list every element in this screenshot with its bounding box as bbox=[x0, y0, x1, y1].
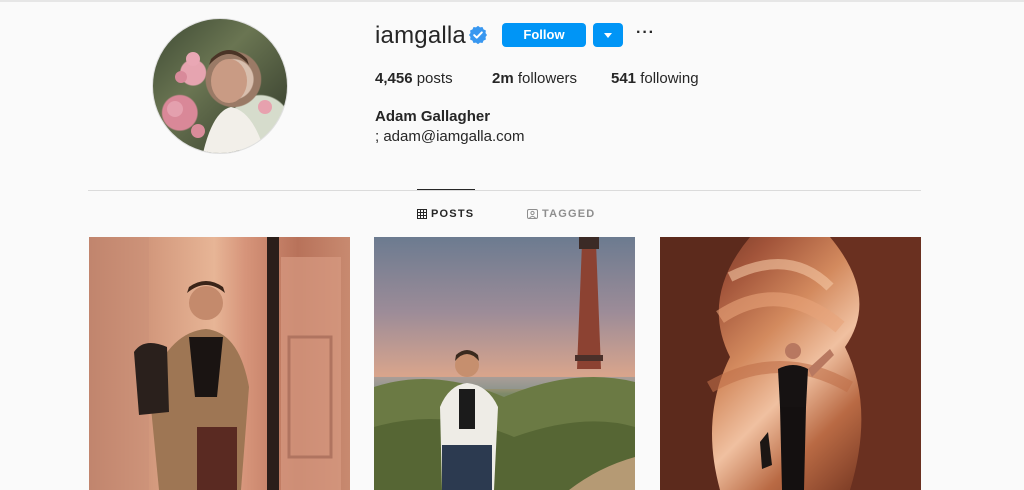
suggested-accounts-dropdown-button[interactable] bbox=[593, 23, 623, 47]
tabs-divider bbox=[88, 190, 921, 191]
post-thumbnail[interactable] bbox=[374, 237, 635, 490]
active-tab-indicator bbox=[417, 189, 475, 190]
tab-posts-label: POSTS bbox=[431, 208, 475, 220]
following-label: following bbox=[640, 70, 699, 87]
more-options-icon[interactable]: ··· bbox=[636, 25, 656, 42]
post-thumbnail[interactable] bbox=[89, 237, 350, 490]
stat-followers[interactable]: 2m followers bbox=[492, 70, 577, 87]
profile-username: iamgalla bbox=[375, 22, 466, 49]
tab-tagged-label: TAGGED bbox=[542, 208, 596, 220]
tab-posts[interactable]: POSTS bbox=[417, 208, 474, 220]
profile-bio: ; adam@iamgalla.com bbox=[375, 128, 525, 145]
tag-icon bbox=[527, 209, 538, 219]
post-thumbnail[interactable] bbox=[660, 237, 921, 490]
top-border bbox=[0, 0, 1024, 2]
verified-badge-icon bbox=[469, 26, 487, 44]
profile-avatar[interactable] bbox=[152, 18, 288, 154]
grid-icon bbox=[417, 209, 427, 219]
follow-button[interactable]: Follow bbox=[502, 23, 586, 47]
followers-label: followers bbox=[517, 70, 578, 87]
chevron-down-icon bbox=[604, 33, 612, 38]
stat-following[interactable]: 541 following bbox=[611, 70, 699, 87]
stat-posts: 4,456 posts bbox=[375, 70, 453, 87]
tab-tagged[interactable]: TAGGED bbox=[527, 208, 595, 220]
following-count: 541 bbox=[611, 70, 637, 87]
followers-count: 2m bbox=[492, 70, 514, 87]
posts-count: 4,456 bbox=[375, 70, 413, 87]
posts-label: posts bbox=[416, 70, 453, 87]
profile-full-name: Adam Gallagher bbox=[375, 108, 491, 125]
